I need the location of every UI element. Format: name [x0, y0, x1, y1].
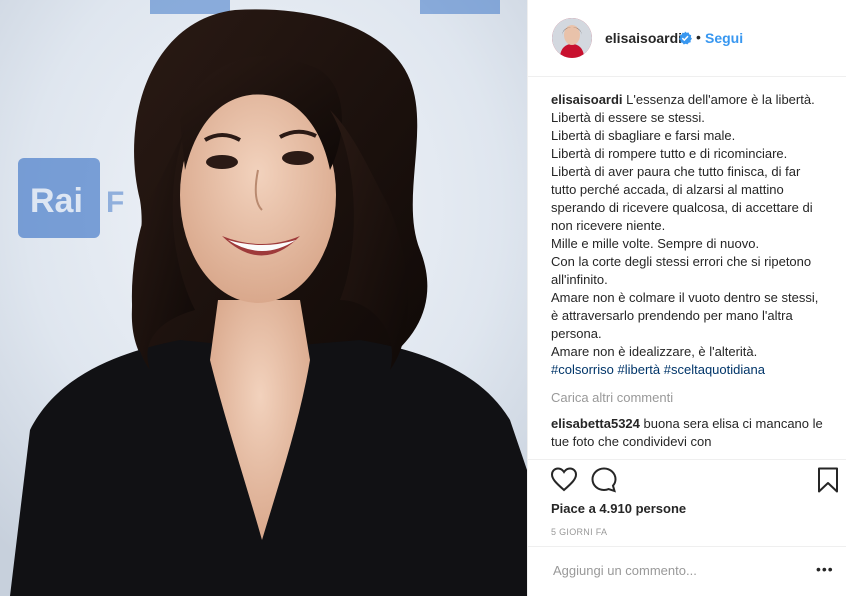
post-panel: elisaisoardi • Segui elisaisoardi L'esse… — [527, 0, 846, 596]
comment-username[interactable]: elisabetta5324 — [551, 416, 640, 431]
comments-area[interactable]: elisaisoardi L'essenza dell'amore è la l… — [551, 91, 829, 459]
sign-fragment: F — [106, 186, 124, 219]
caption-username[interactable]: elisaisoardi — [551, 92, 623, 107]
comment-item: elisabetta5324 buona sera elisa ci manca… — [551, 415, 829, 451]
avatar-image — [552, 18, 592, 58]
follow-button[interactable]: Segui — [705, 30, 743, 46]
more-options-button[interactable]: ••• — [816, 562, 834, 576]
bookmark-icon[interactable] — [814, 466, 842, 494]
likes-count[interactable]: Piace a 4.910 persone — [551, 501, 686, 516]
add-comment-input[interactable] — [551, 562, 795, 579]
comment-icon[interactable] — [590, 466, 618, 494]
post-timestamp[interactable]: 5 GIORNI FA — [551, 527, 607, 537]
hashtag-link[interactable]: #colsorriso — [551, 362, 614, 377]
avatar[interactable] — [552, 18, 592, 58]
add-comment-bar: ••• — [528, 546, 846, 596]
header-username[interactable]: elisaisoardi — [605, 30, 682, 46]
caption: elisaisoardi L'essenza dell'amore è la l… — [551, 91, 829, 361]
heart-icon[interactable] — [550, 466, 578, 494]
rai-logo-text: Rai — [30, 182, 83, 220]
separator-dot: • — [696, 29, 701, 45]
hashtag-link[interactable]: #sceltaquotidiana — [664, 362, 765, 377]
verified-badge-icon — [679, 31, 692, 45]
caption-text: L'essenza dell'amore è la libertà. Liber… — [551, 92, 819, 359]
post-header: elisaisoardi • Segui — [528, 0, 846, 77]
post-actions: Piace a 4.910 persone 5 GIORNI FA — [528, 459, 846, 547]
hashtags: #colsorriso #libertà #sceltaquotidiana — [551, 361, 829, 379]
load-more-comments-button[interactable]: Carica altri commenti — [551, 389, 829, 407]
post-photo[interactable]: Rai F — [0, 0, 527, 596]
hashtag-link[interactable]: #libertà — [617, 362, 660, 377]
photo-illustration: Rai F — [0, 0, 527, 596]
